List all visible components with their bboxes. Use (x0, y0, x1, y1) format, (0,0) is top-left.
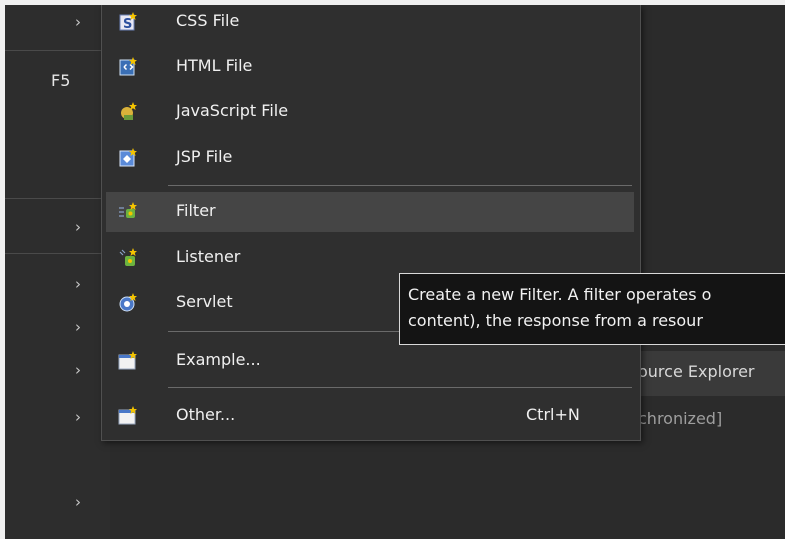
tooltip-line: Create a new Filter. A filter operates o (408, 285, 712, 304)
submenu-chevron-icon[interactable]: › (75, 408, 81, 426)
menu-item-filter[interactable]: Filter (106, 192, 634, 232)
submenu-chevron-icon[interactable]: › (75, 493, 81, 511)
submenu-chevron-icon[interactable]: › (75, 13, 81, 31)
submenu-chevron-icon[interactable]: › (75, 361, 81, 379)
html-file-icon (119, 57, 137, 76)
filter-icon (119, 202, 137, 218)
menu-separator (168, 185, 632, 186)
filter-tooltip: Create a new Filter. A filter operates o… (399, 273, 785, 345)
menu-separator (168, 387, 632, 388)
parent-context-menu: › F5 › › › › › › (5, 5, 110, 539)
menu-item-label: CSS File (176, 11, 240, 30)
menu-item-accelerator: Ctrl+N (526, 405, 580, 424)
menu-item-javascript-file[interactable]: JavaScript File (106, 92, 634, 132)
tooltip-line: content), the response from a resour (408, 311, 703, 330)
submenu-chevron-icon[interactable]: › (75, 318, 81, 336)
other-wizard-icon (118, 406, 137, 425)
listener-icon (119, 248, 137, 266)
menu-separator (5, 198, 110, 199)
menu-item-css-file[interactable]: S CSS File (106, 5, 634, 42)
jsp-file-icon (119, 148, 137, 167)
menu-item-listener[interactable]: Listener (106, 238, 634, 278)
menu-separator (5, 50, 110, 51)
menu-item-label: JSP File (176, 147, 233, 166)
menu-item-example[interactable]: Example... (106, 341, 634, 381)
background-text-resource-explorer: ource Explorer (638, 362, 755, 381)
refresh-accelerator: F5 (51, 71, 71, 90)
background-text-synchronized: chronized] (638, 409, 723, 428)
new-submenu: S CSS File HTML File JavaScript File JSP… (101, 5, 641, 441)
menu-separator (5, 253, 110, 254)
menu-item-other[interactable]: Other... Ctrl+N (106, 396, 634, 436)
menu-item-label: HTML File (176, 56, 253, 75)
menu-item-label: Servlet (176, 292, 233, 311)
css-file-icon: S (119, 12, 137, 32)
menu-item-html-file[interactable]: HTML File (106, 47, 634, 87)
menu-item-label: Example... (176, 350, 261, 369)
eclipse-window: ource Explorer chronized] › F5 › › › › ›… (5, 5, 785, 539)
submenu-chevron-icon[interactable]: › (75, 218, 81, 236)
servlet-icon (119, 293, 137, 312)
menu-item-jsp-file[interactable]: JSP File (106, 138, 634, 178)
example-wizard-icon (118, 351, 137, 370)
menu-item-label: Listener (176, 247, 241, 266)
menu-item-label: JavaScript File (176, 101, 289, 120)
submenu-chevron-icon[interactable]: › (75, 275, 81, 293)
menu-item-label: Other... (176, 405, 236, 424)
menu-item-label: Filter (176, 201, 216, 220)
javascript-file-icon (121, 102, 137, 120)
